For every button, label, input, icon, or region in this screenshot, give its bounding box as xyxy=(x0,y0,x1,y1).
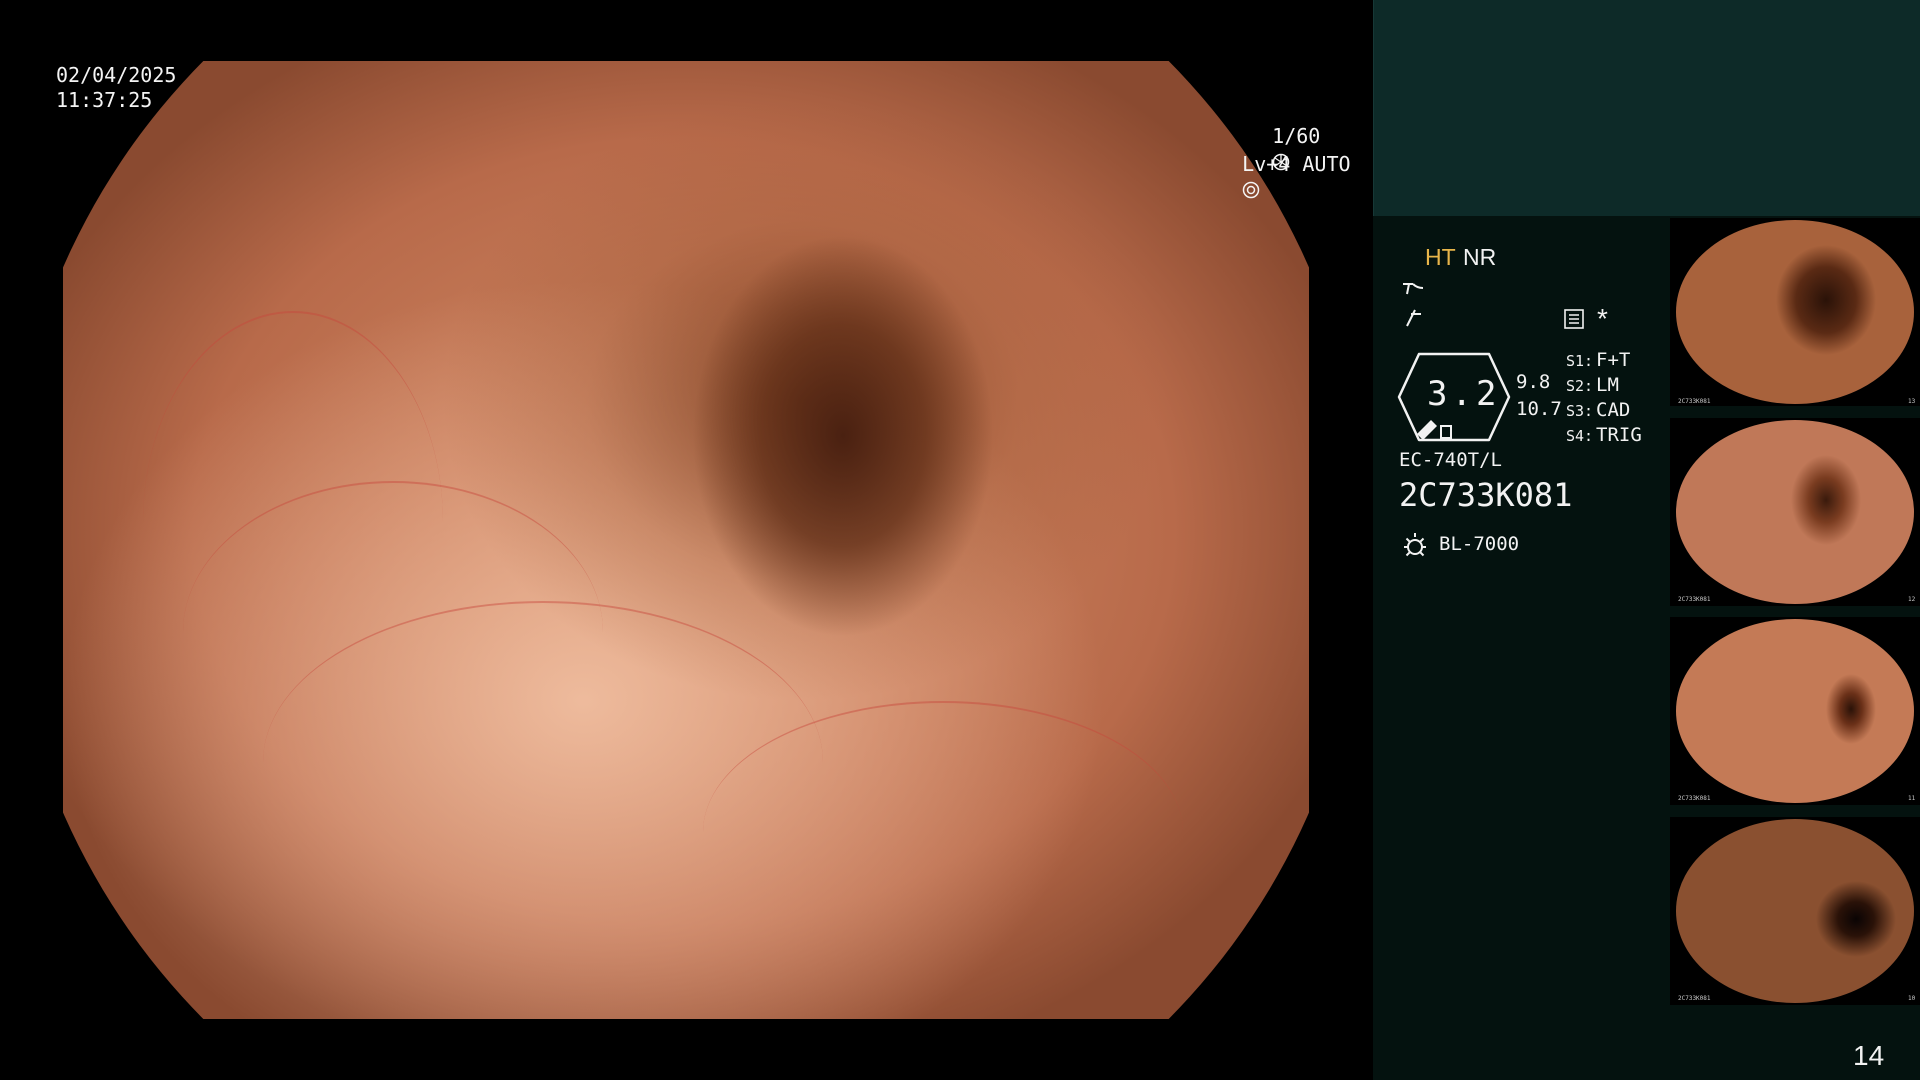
thumbnail-capture[interactable]: 2C733K081 11 xyxy=(1670,617,1920,805)
light-source-model: BL-7000 xyxy=(1439,533,1520,555)
thumbnail-image xyxy=(1676,220,1914,404)
value-bottom: 10.7 xyxy=(1516,398,1562,420)
ht-indicator: HT xyxy=(1425,244,1456,270)
light-level-value: Lv+4 AUTO xyxy=(1242,152,1351,176)
thumbnail-capture[interactable]: 2C733K081 13 xyxy=(1670,218,1920,406)
thumbnail-image xyxy=(1676,619,1914,803)
s3-value: CAD xyxy=(1596,399,1631,421)
light-level-readout: Lv+4 AUTO xyxy=(1194,127,1351,227)
thumbnail-caption: 2C733K081 xyxy=(1678,596,1711,603)
status-sidebar: HT NR * 3.2 9.8 10.7 S1: F+T S2: LM S3: … xyxy=(1373,0,1920,1080)
s1-label: S1: xyxy=(1566,352,1594,370)
zoom-value: 3.2 xyxy=(1427,374,1501,414)
page-number: 14 xyxy=(1853,1040,1885,1071)
vessel-pattern xyxy=(703,701,1183,963)
s2-label: S2: xyxy=(1566,377,1594,395)
thumbnail-caption: 2C733K081 xyxy=(1678,795,1711,802)
thumbnail-image xyxy=(1676,819,1914,1003)
s3-label: S3: xyxy=(1566,402,1594,420)
light-source-icon xyxy=(1404,533,1426,557)
s4-value: TRIG xyxy=(1596,424,1642,446)
endoscopic-image xyxy=(63,61,1309,1019)
endoscope-view: 02/04/2025 11:37:25 1/60 Lv+4 AUTO xyxy=(0,0,1373,1080)
thumbnail-index: 13 xyxy=(1908,398,1916,405)
thumbnail-image xyxy=(1676,420,1914,604)
scope-model: EC-740T/L xyxy=(1399,449,1502,471)
scope-serial: 2C733K081 xyxy=(1399,476,1573,514)
vessel-pattern xyxy=(143,311,443,733)
thumbnail-index: 12 xyxy=(1908,596,1916,603)
s1-value: F+T xyxy=(1596,349,1631,371)
exam-time: 11:37:25 xyxy=(56,88,153,112)
thumbnail-caption: 2C733K081 xyxy=(1678,398,1711,405)
thumbnail-index: 11 xyxy=(1908,795,1916,802)
s2-value: LM xyxy=(1596,374,1619,396)
s4-label: S4: xyxy=(1566,427,1594,445)
value-top: 9.8 xyxy=(1516,371,1551,393)
thumbnail-capture[interactable]: 2C733K081 12 xyxy=(1670,418,1920,606)
memo-icon xyxy=(1564,309,1584,329)
thumbnail-capture[interactable]: 2C733K081 10 xyxy=(1670,817,1920,1005)
exam-date: 02/04/2025 xyxy=(56,63,177,87)
color-enhance-icon xyxy=(1406,309,1421,327)
asterisk-indicator: * xyxy=(1597,303,1608,334)
auto-iris-icon xyxy=(1242,181,1260,199)
thumbnail-caption: 2C733K081 xyxy=(1678,995,1711,1002)
structure-enhance-icon xyxy=(1403,283,1424,295)
thumbnail-index: 10 xyxy=(1908,995,1916,1002)
sidebar-header-panel xyxy=(1373,0,1920,216)
nr-indicator: NR xyxy=(1463,244,1497,270)
